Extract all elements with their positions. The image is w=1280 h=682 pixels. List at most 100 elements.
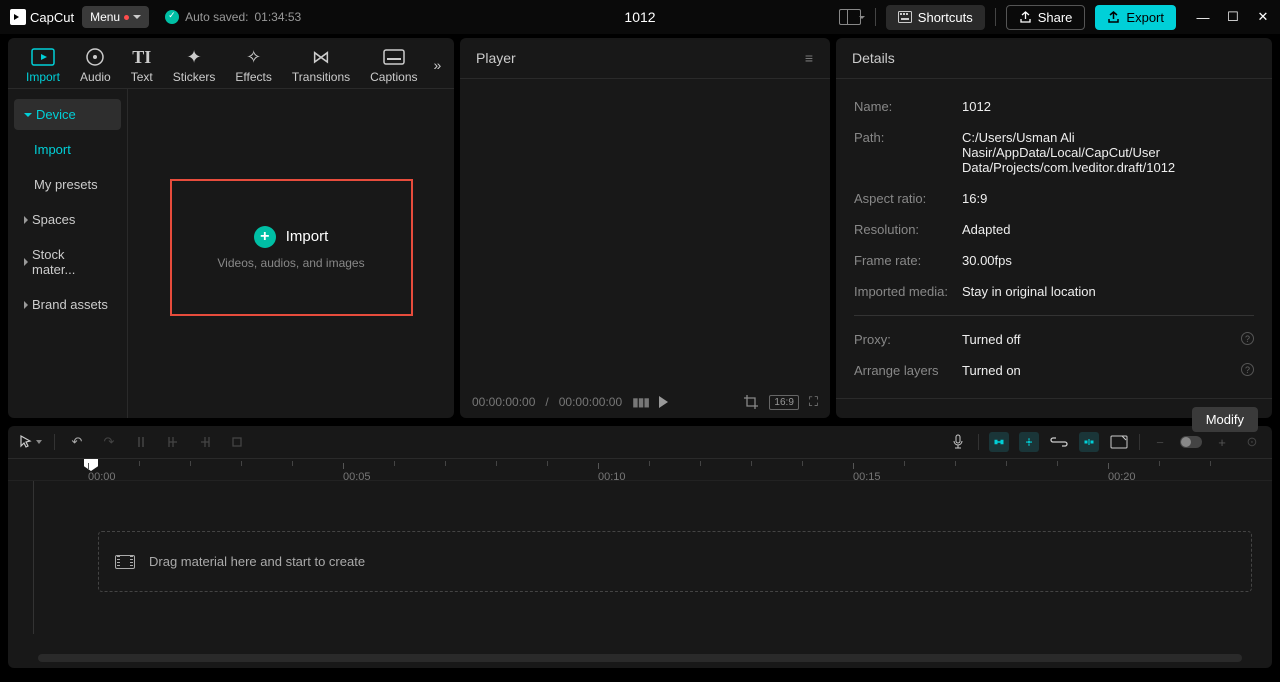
divider: [875, 8, 876, 26]
sidebar-item-import[interactable]: Import: [14, 134, 121, 165]
export-button[interactable]: Export: [1095, 5, 1176, 30]
timeline-ruler[interactable]: 00:00 00:05 00:10 00:15 00:20: [8, 459, 1272, 481]
import-label: Import: [286, 228, 329, 245]
mic-button[interactable]: [948, 432, 968, 452]
sidebar-import-label: Import: [34, 142, 71, 157]
menu-label: Menu: [90, 10, 120, 24]
detail-frame-label: Frame rate:: [854, 253, 962, 268]
sidebar-brand-label: Brand assets: [32, 297, 108, 312]
chevron-down-icon: [36, 440, 42, 444]
link-clips-button[interactable]: [1049, 432, 1069, 452]
divider: [854, 315, 1254, 316]
chevron-down-icon: [24, 113, 32, 117]
split-button[interactable]: [131, 432, 151, 452]
shortcuts-button[interactable]: Shortcuts: [886, 5, 985, 30]
crop-icon[interactable]: [743, 394, 759, 410]
divider: [978, 434, 979, 450]
app-logo: CapCut: [10, 9, 74, 25]
detail-row-imported: Imported media: Stay in original locatio…: [854, 276, 1254, 307]
divider: [54, 434, 55, 450]
fullscreen-icon[interactable]: ⛶: [809, 394, 818, 410]
sidebar-item-stock[interactable]: Stock mater...: [14, 239, 121, 285]
detail-proxy-label: Proxy:: [854, 332, 962, 347]
project-title: 1012: [624, 9, 655, 25]
selection-tool[interactable]: [18, 434, 42, 450]
trim-right-button[interactable]: [195, 432, 215, 452]
media-tabs: Import Audio TI Text ✦ Stickers ✧ Effect…: [8, 38, 454, 89]
tab-effects-label: Effects: [235, 70, 271, 84]
keyboard-icon: [898, 11, 912, 23]
timeline-scrollbar[interactable]: [38, 654, 1242, 662]
magnet-button[interactable]: [989, 432, 1009, 452]
tab-transitions[interactable]: ⋈ Transitions: [282, 42, 360, 88]
tab-audio[interactable]: Audio: [70, 42, 121, 88]
sidebar-device-label: Device: [36, 107, 76, 122]
tabs-overflow-button[interactable]: »: [428, 51, 448, 79]
info-icon[interactable]: ?: [1241, 363, 1254, 376]
zoom-fit-button[interactable]: ⊙: [1242, 432, 1262, 452]
timeline-dropzone[interactable]: Drag material here and start to create: [98, 531, 1252, 592]
sidebar-item-spaces[interactable]: Spaces: [14, 204, 121, 235]
tab-effects[interactable]: ✧ Effects: [225, 42, 281, 88]
audio-icon: [85, 46, 105, 68]
preview-axis-button[interactable]: [1079, 432, 1099, 452]
tab-captions[interactable]: Captions: [360, 42, 427, 88]
cover-button[interactable]: [1109, 432, 1129, 452]
timeline-body[interactable]: Drag material here and start to create: [8, 481, 1272, 654]
redo-button[interactable]: ↷: [99, 432, 119, 452]
captions-icon: [383, 46, 405, 68]
tab-stickers[interactable]: ✦ Stickers: [163, 42, 226, 88]
tab-captions-label: Captions: [370, 70, 417, 84]
import-sublabel: Videos, audios, and images: [217, 256, 364, 270]
undo-button[interactable]: ↶: [67, 432, 87, 452]
chevron-right-icon: [24, 258, 28, 266]
minimize-button[interactable]: —: [1196, 10, 1210, 24]
autosave-time: 01:34:53: [254, 10, 301, 24]
tab-text[interactable]: TI Text: [121, 42, 163, 88]
zoom-in-button[interactable]: +: [1212, 432, 1232, 452]
sidebar-item-device[interactable]: Device: [14, 99, 121, 130]
detail-row-resolution: Resolution: Adapted: [854, 214, 1254, 245]
main-area: Import Audio TI Text ✦ Stickers ✧ Effect…: [0, 34, 1280, 422]
info-icon[interactable]: ?: [1241, 332, 1254, 345]
link-track-button[interactable]: [1019, 432, 1039, 452]
export-label: Export: [1126, 10, 1164, 25]
plus-icon: +: [254, 226, 276, 248]
player-menu-icon[interactable]: ≡: [805, 50, 814, 66]
import-dropzone[interactable]: + Import Videos, audios, and images: [170, 179, 413, 316]
aspect-badge[interactable]: 16:9: [769, 395, 798, 410]
menu-button[interactable]: Menu: [82, 6, 149, 28]
player-time-current: 00:00:00:00: [472, 395, 535, 409]
import-area: + Import Videos, audios, and images: [128, 89, 454, 418]
detail-name-label: Name:: [854, 99, 962, 114]
layout-button[interactable]: [839, 9, 865, 25]
player-viewport: [460, 79, 830, 386]
app-name: CapCut: [30, 10, 74, 25]
tab-import[interactable]: Import: [16, 42, 70, 88]
import-icon: [31, 46, 55, 68]
zoom-out-button[interactable]: −: [1150, 432, 1170, 452]
effects-icon: ✧: [246, 46, 261, 68]
close-button[interactable]: ✕: [1256, 10, 1270, 24]
delete-button[interactable]: [227, 432, 247, 452]
details-body: Name: 1012 Path: C:/Users/Usman Ali Nasi…: [836, 79, 1272, 398]
play-button[interactable]: [659, 396, 668, 408]
menu-dot-icon: [124, 15, 129, 20]
export-icon: [1107, 11, 1120, 24]
capcut-icon: [10, 9, 26, 25]
sidebar-spaces-label: Spaces: [32, 212, 75, 227]
autosave-status: Auto saved: 01:34:53: [165, 10, 301, 24]
zoom-slider[interactable]: [1180, 436, 1202, 448]
shortcuts-label: Shortcuts: [918, 10, 973, 25]
media-panel: Import Audio TI Text ✦ Stickers ✧ Effect…: [8, 38, 454, 418]
maximize-button[interactable]: ☐: [1226, 10, 1240, 24]
sidebar-item-brand[interactable]: Brand assets: [14, 289, 121, 320]
share-button[interactable]: Share: [1006, 5, 1086, 30]
sidebar-item-presets[interactable]: My presets: [14, 169, 121, 200]
trim-left-button[interactable]: [163, 432, 183, 452]
player-controls: 00:00:00:00 / 00:00:00:00 ▮▮▮ 16:9 ⛶: [460, 386, 830, 418]
columns-icon[interactable]: ▮▮▮: [632, 395, 649, 409]
player-header: Player ≡: [460, 38, 830, 79]
tab-audio-label: Audio: [80, 70, 111, 84]
divider: [1139, 434, 1140, 450]
